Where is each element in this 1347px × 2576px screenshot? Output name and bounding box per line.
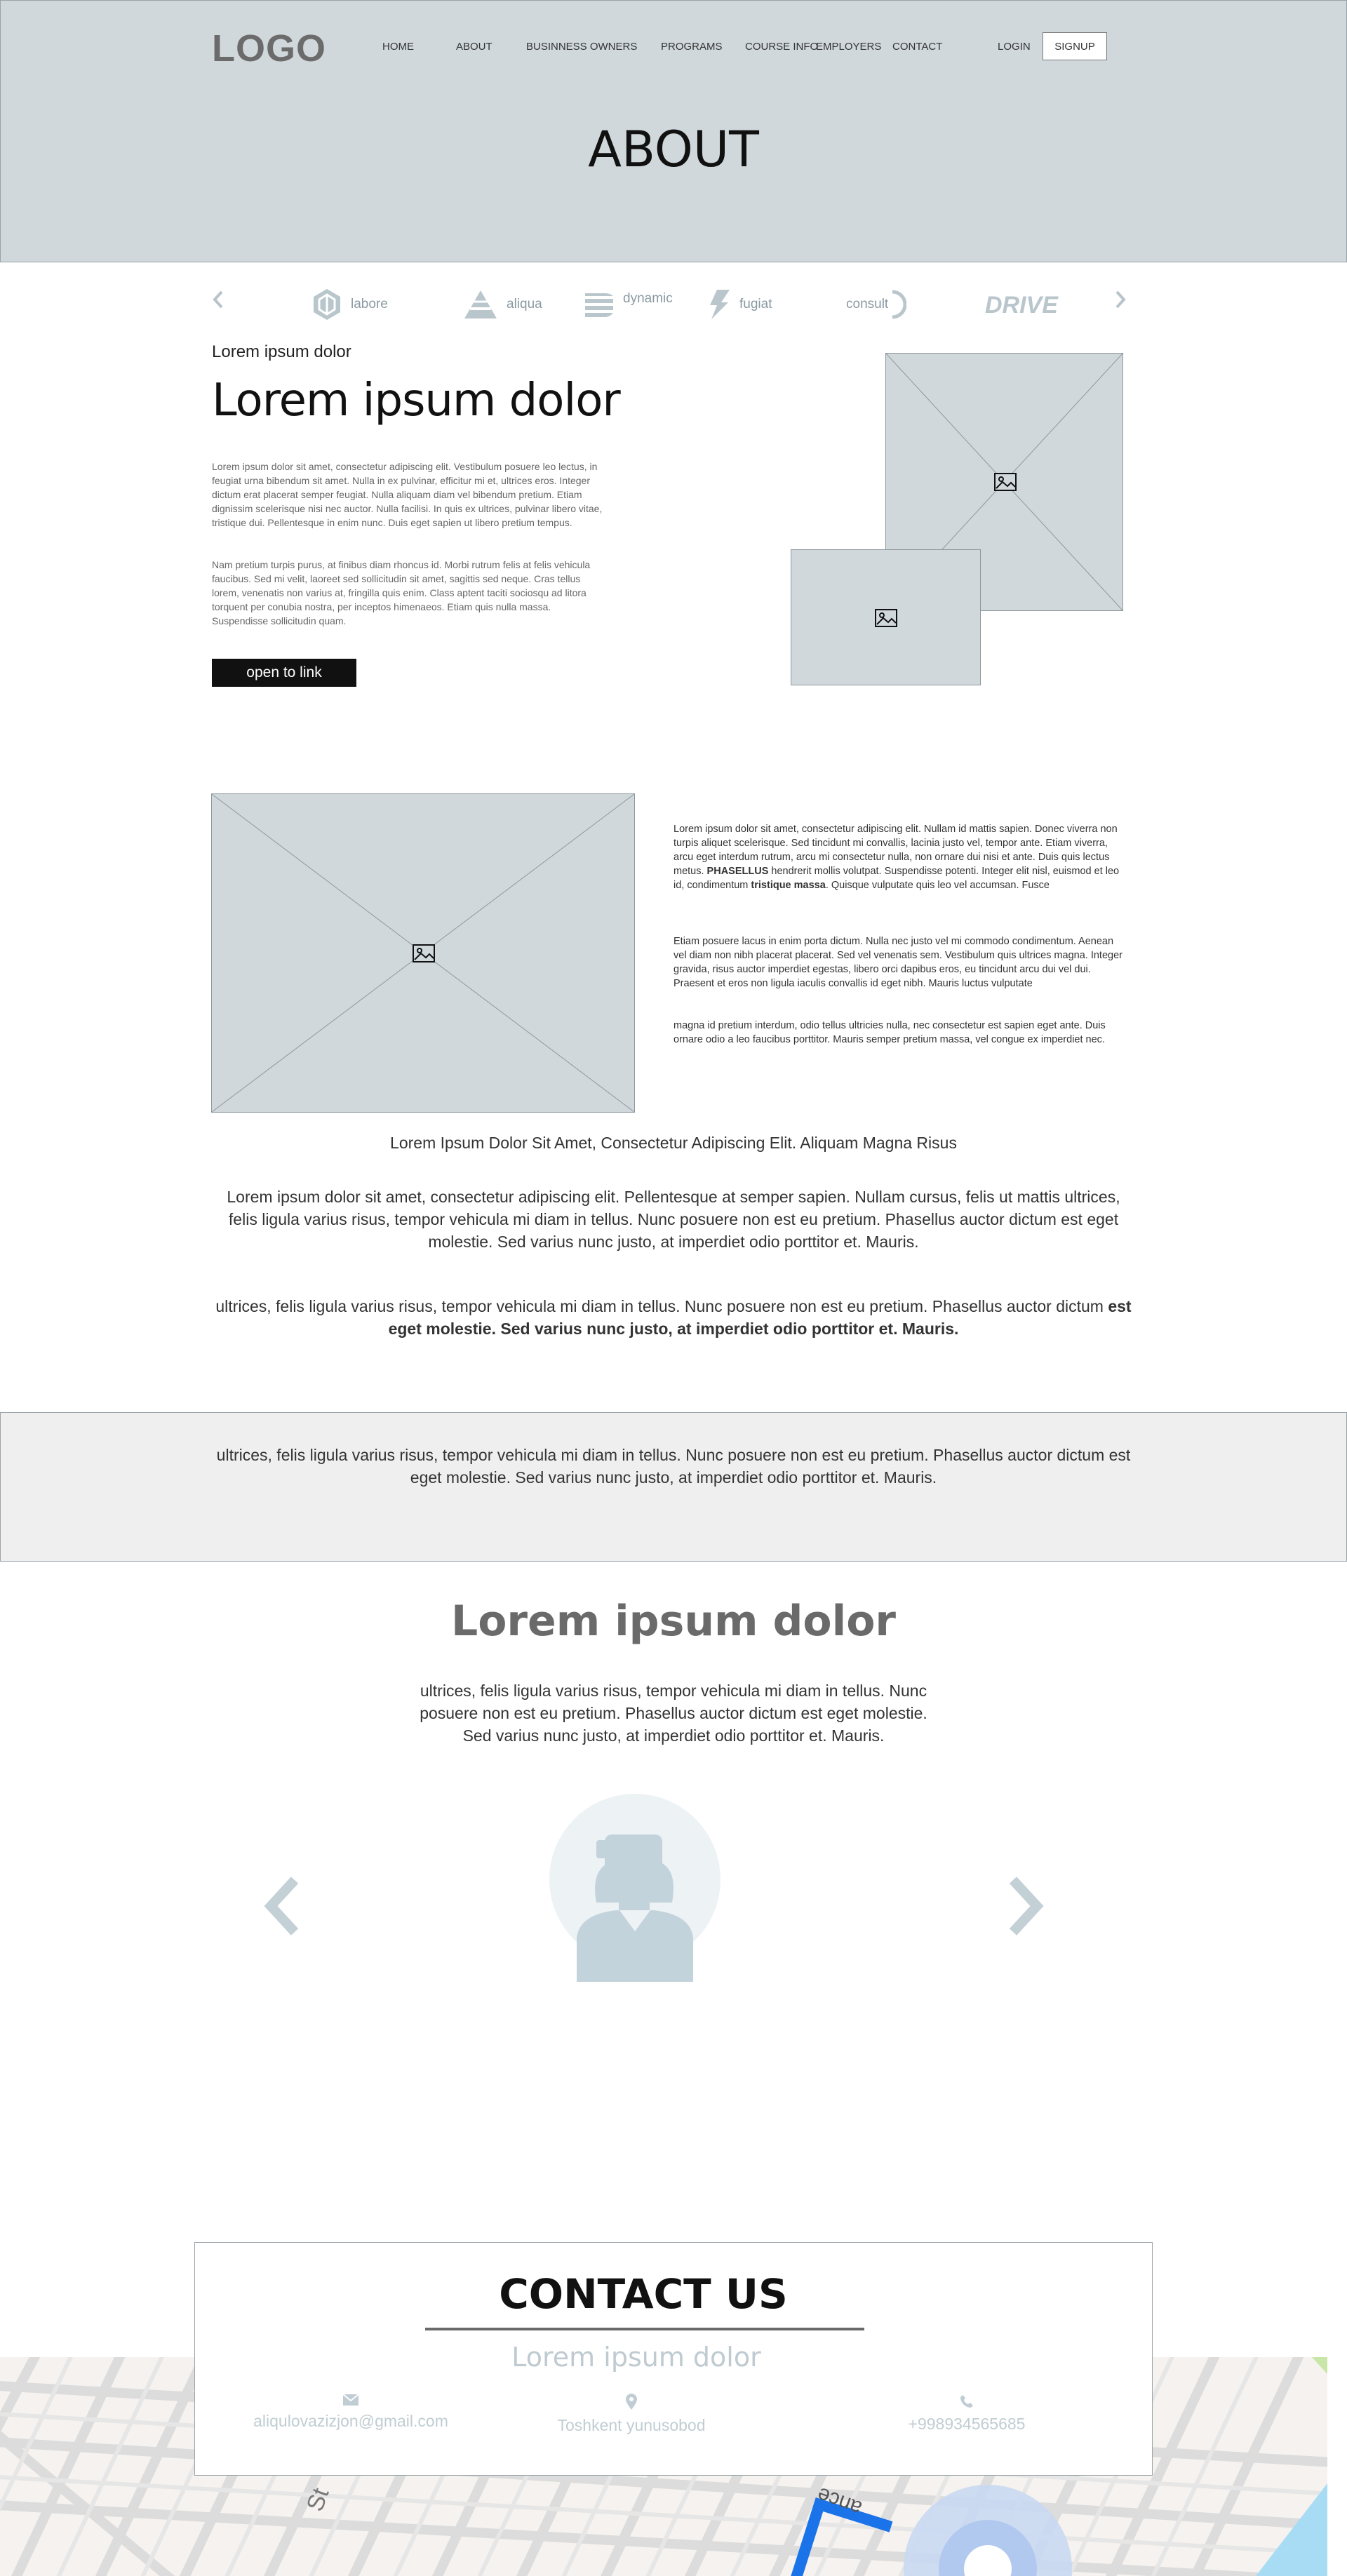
band-text: ultrices, felis ligula varius risus, tem… xyxy=(216,1446,1131,1487)
brand-name: dynamic xyxy=(623,291,673,306)
brand-consult[interactable]: consult xyxy=(846,283,907,326)
triangle-logo-icon xyxy=(464,290,497,318)
contact-subtitle: Lorem ipsum dolor xyxy=(511,2342,761,2373)
brand-name: labore xyxy=(351,297,388,311)
user-avatar-icon xyxy=(549,1794,721,1982)
logo[interactable]: LOGO xyxy=(212,27,326,70)
location-pin-icon xyxy=(626,2394,637,2410)
open-link-button[interactable]: open to link xyxy=(212,659,356,687)
section1-title: Lorem ipsum dolor xyxy=(212,375,621,427)
section1-eyebrow: Lorem ipsum dolor xyxy=(212,342,351,361)
contact-address[interactable]: Toshkent yunusobod xyxy=(519,2394,744,2435)
section3-paragraph-1: Lorem ipsum dolor sit amet, consectetur … xyxy=(227,1188,1120,1251)
nav-about[interactable]: ABOUT xyxy=(456,41,492,53)
chevron-right-icon xyxy=(1115,290,1126,309)
signup-button[interactable]: SIGNUP xyxy=(1043,32,1107,60)
page-title: ABOUT xyxy=(588,121,759,178)
section3-subtitle: Lorem Ipsum Dolor Sit Amet, Consectetur … xyxy=(390,1134,957,1152)
section2-paragraph-3: magna id pretium interdum, odio tellus u… xyxy=(674,1020,1106,1045)
testimonial-prev-arrow[interactable] xyxy=(261,1874,303,1938)
nav-employers[interactable]: EMPLOYERS xyxy=(816,41,881,53)
hexagon-logo-icon xyxy=(314,289,340,320)
chevron-left-icon xyxy=(213,290,223,309)
phone-icon xyxy=(960,2395,973,2408)
contact-email-text: aliqulovazizjon@gmail.com xyxy=(253,2412,448,2430)
image-placeholder-small xyxy=(791,549,981,685)
section2-paragraph-1: Lorem ipsum dolor sit amet, consectetur … xyxy=(674,822,1122,892)
chevron-left-icon xyxy=(264,1877,299,1936)
image-placeholder-wide xyxy=(211,793,635,1113)
contact-phone[interactable]: +998934565685 xyxy=(855,2394,1079,2434)
brand-labore[interactable]: labore xyxy=(311,283,388,326)
brand-name: fugiat xyxy=(739,297,772,311)
section1-paragraph-2: Nam pretium turpis purus, at finibus dia… xyxy=(212,559,591,626)
bold-text: PHASELLUS xyxy=(706,866,769,877)
brand-aliqua[interactable]: aliqua xyxy=(463,283,542,326)
contact-phone-text: +998934565685 xyxy=(908,2415,1026,2433)
nav-course-info[interactable]: COURSE INFO xyxy=(745,41,818,53)
brand-fugiat[interactable]: fugiat xyxy=(707,283,772,326)
section3-paragraph-2: ultrices, felis ligula varius risus, tem… xyxy=(212,1295,1135,1340)
brand-next-arrow[interactable] xyxy=(1113,289,1128,316)
section1-paragraph-1: Lorem ipsum dolor sit amet, consectetur … xyxy=(212,461,603,528)
brand-drive[interactable]: DRIVE xyxy=(984,283,1068,326)
contact-divider xyxy=(425,2328,864,2330)
paragraph-text: ultrices, felis ligula varius risus, tem… xyxy=(215,1297,1104,1315)
testimonials-text: ultrices, felis ligula varius risus, tem… xyxy=(420,1682,927,1745)
brand-dynamic[interactable]: dynamic xyxy=(584,283,673,326)
image-icon xyxy=(994,473,1017,491)
login-link[interactable]: LOGIN xyxy=(998,41,1031,53)
avatar xyxy=(549,1794,721,1982)
drive-wordmark-icon: DRIVE xyxy=(985,292,1059,318)
bolt-logo-icon xyxy=(710,290,730,319)
contact-title: CONTACT US xyxy=(499,2270,788,2318)
testimonials-title: Lorem ipsum dolor xyxy=(450,1597,897,1646)
contact-email[interactable]: aliqulovazizjon@gmail.com xyxy=(239,2394,463,2431)
mail-icon xyxy=(342,2394,359,2406)
nav-home[interactable]: HOME xyxy=(382,41,414,53)
brand-name: consult xyxy=(846,297,889,311)
chevron-right-icon xyxy=(1009,1877,1044,1936)
bold-text: tristique massa xyxy=(751,880,826,891)
contact-address-text: Toshkent yunusobod xyxy=(557,2416,706,2434)
drive-wordmark-text: DRIVE xyxy=(985,292,1059,318)
testimonial-next-arrow[interactable] xyxy=(1005,1874,1047,1938)
image-icon xyxy=(413,944,435,962)
section2-paragraph-2: Etiam posuere lacus in enim porta dictum… xyxy=(674,936,1122,989)
brand-name: aliqua xyxy=(507,297,542,311)
image-icon xyxy=(875,609,897,627)
paragraph-text: . Quisque vulputate quis leo vel accumsa… xyxy=(825,880,1050,891)
nav-business-owners[interactable]: BUSINNESS OWNERS xyxy=(526,41,637,53)
stripes-logo-icon xyxy=(585,293,613,317)
brand-prev-arrow[interactable] xyxy=(210,289,226,316)
nav-contact[interactable]: CONTACT xyxy=(892,41,942,53)
nav-programs[interactable]: PROGRAMS xyxy=(661,41,723,53)
arc-logo-icon xyxy=(892,290,907,319)
